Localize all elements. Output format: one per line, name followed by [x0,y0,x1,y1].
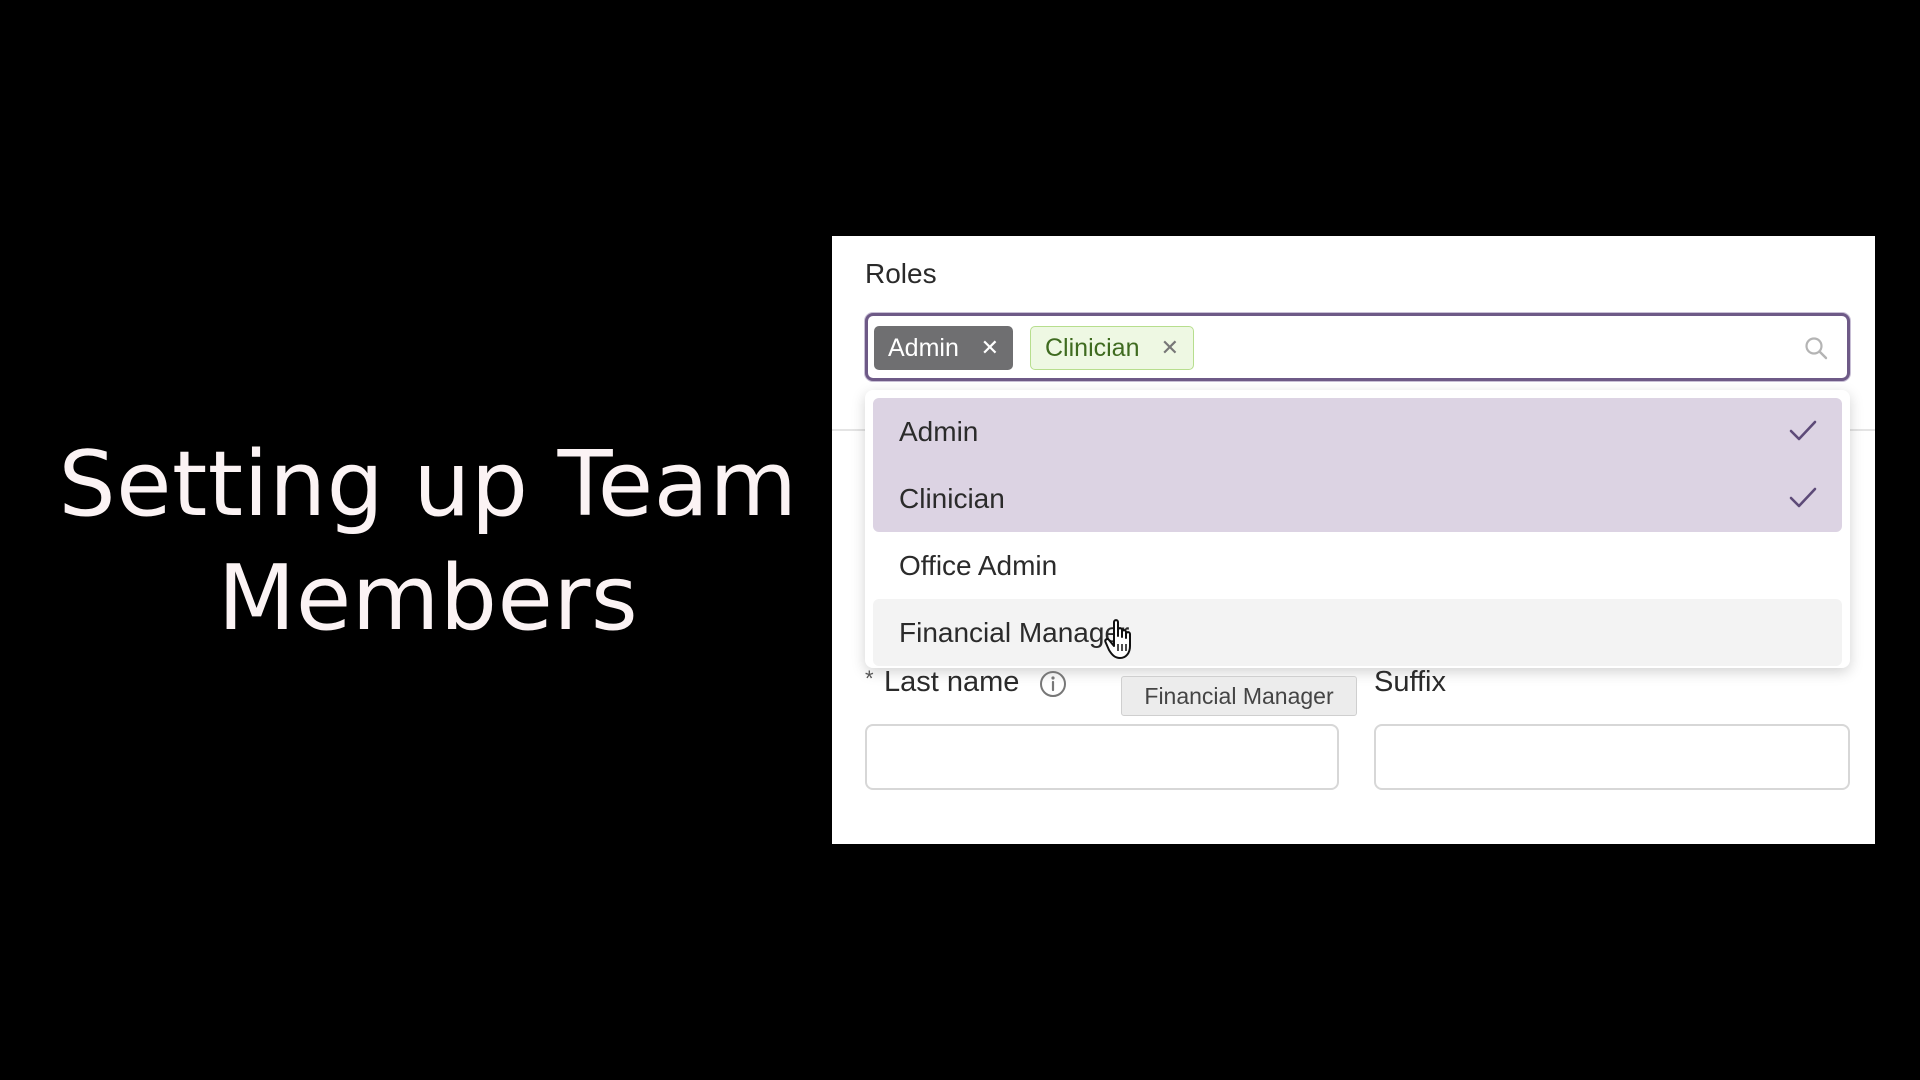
option-clinician[interactable]: Clinician [873,465,1842,532]
tag-admin-label: Admin [888,334,959,362]
roles-multiselect[interactable]: Admin ✕ Clinician ✕ [865,313,1850,381]
option-office-admin-label: Office Admin [899,550,1058,581]
option-financial-manager[interactable]: Financial Manager [873,599,1842,666]
option-tooltip: Financial Manager [1121,676,1357,716]
roles-dropdown-menu: Admin Clinician Office Admin Financial M… [865,390,1850,668]
info-icon[interactable] [1038,669,1068,699]
slide-title-line-2: Members [217,546,639,651]
tag-admin-remove-icon[interactable]: ✕ [981,326,999,370]
tag-clinician: Clinician ✕ [1030,326,1194,370]
required-marker: * [865,666,874,691]
option-clinician-label: Clinician [899,483,1005,514]
slide: Setting up Team Members Roles Admin ✕ Cl… [0,0,1920,1080]
slide-title-line-1: Setting up Team [58,432,798,537]
option-office-admin[interactable]: Office Admin [873,532,1842,599]
tag-clinician-label: Clinician [1045,334,1140,362]
tag-admin: Admin ✕ [874,326,1013,370]
slide-title: Setting up Team Members [30,428,826,656]
suffix-label: Suffix [1374,666,1447,698]
checkmark-icon [1789,487,1817,508]
search-icon [1805,337,1828,360]
option-admin-label: Admin [899,416,979,447]
option-admin[interactable]: Admin [873,398,1842,465]
suffix-field[interactable] [1374,724,1850,790]
tag-clinician-remove-icon[interactable]: ✕ [1161,327,1179,369]
hand-cursor-icon [1104,619,1131,659]
form-screenshot-panel: Roles Admin ✕ Clinician ✕ Admin Clinicia… [832,236,1875,844]
checkmark-icon [1789,420,1817,441]
roles-label: Roles [865,258,937,289]
last-name-field[interactable] [865,724,1339,790]
last-name-label: Last name [884,666,1020,698]
option-financial-manager-label: Financial Manager [899,617,1130,648]
